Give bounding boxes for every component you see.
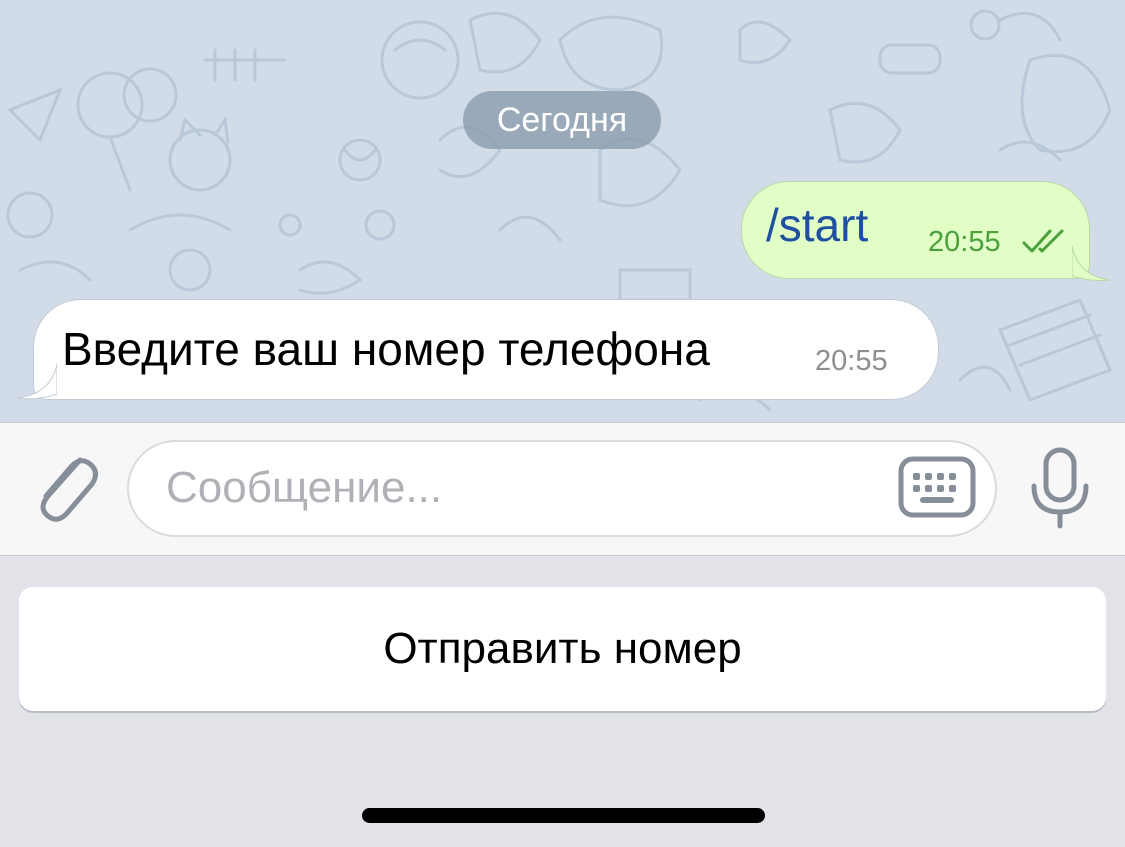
- microphone-icon[interactable]: [1028, 446, 1092, 530]
- message-input[interactable]: [166, 456, 886, 520]
- telegram-chat-screen: Сегодня /start 20:55 Введите ваш номер т…: [0, 0, 1125, 847]
- incoming-bubble-tail: [16, 364, 57, 400]
- send-phone-number-button[interactable]: Отправить номер: [19, 587, 1106, 711]
- incoming-message-time: 20:55: [815, 345, 888, 377]
- date-divider: Сегодня: [463, 91, 661, 149]
- paperclip-icon[interactable]: [28, 446, 100, 526]
- chat-area[interactable]: Сегодня /start 20:55 Введите ваш номер т…: [0, 0, 1125, 422]
- home-indicator[interactable]: [362, 808, 765, 823]
- outgoing-bubble-tail: [1072, 246, 1111, 281]
- double-check-icon: [1022, 229, 1064, 253]
- keyboard-icon[interactable]: [898, 456, 976, 518]
- outgoing-message-time: 20:55: [928, 226, 1001, 258]
- incoming-message-text: Введите ваш номер телефона: [62, 323, 710, 375]
- outgoing-message-text: /start: [766, 199, 869, 251]
